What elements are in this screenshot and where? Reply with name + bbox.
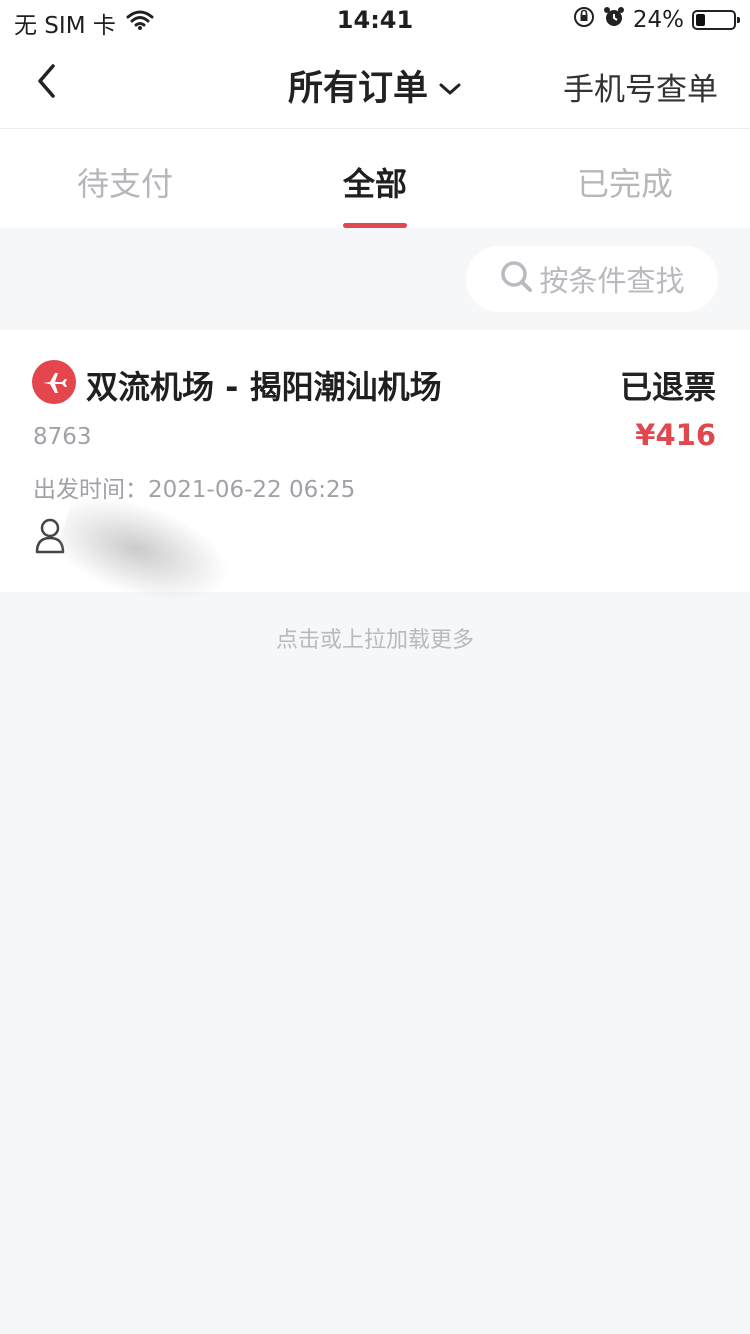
flight-route: 双流机场 - 揭阳潮汕机场 — [86, 368, 442, 406]
tab-pending-payment[interactable]: 待支付 — [0, 129, 250, 228]
filter-label: 按条件查找 — [539, 264, 685, 298]
order-card[interactable]: 双流机场 - 揭阳潮汕机场 已退票 8763 ¥416 出发时间：2021-06… — [0, 330, 750, 621]
order-type-dropdown[interactable]: 所有订单 — [288, 60, 462, 111]
phone-lookup-button[interactable]: 手机号查单 — [563, 64, 718, 109]
alarm-icon — [603, 6, 625, 34]
departure-time: 2021-06-22 06:25 — [148, 477, 356, 503]
order-number: 8763 — [33, 424, 92, 450]
chevron-down-icon — [438, 66, 462, 106]
order-price: ¥416 — [635, 418, 716, 452]
tab-label: 全部 — [342, 165, 407, 203]
tab-completed[interactable]: 已完成 — [500, 129, 750, 228]
tab-label: 待支付 — [76, 165, 173, 203]
search-icon — [499, 259, 533, 300]
tab-all[interactable]: 全部 — [250, 129, 500, 228]
filter-search-button[interactable]: 按条件查找 — [466, 246, 718, 312]
order-status: 已退票 — [619, 368, 716, 406]
tab-label: 已完成 — [576, 165, 673, 203]
page-title: 所有订单 — [287, 69, 428, 109]
plane-icon — [32, 360, 76, 404]
battery-icon — [692, 10, 740, 30]
load-more-link[interactable]: 点击或上拉加载更多 — [0, 622, 750, 654]
order-tabs: 待支付 全部 已完成 — [0, 129, 750, 228]
orientation-lock-icon — [573, 6, 595, 34]
battery-percent: 24% — [632, 7, 684, 33]
nav-bar: 所有订单 手机号查单 — [0, 40, 750, 129]
status-right: 24% — [573, 6, 740, 34]
filter-row: 按条件查找 — [0, 228, 750, 328]
status-bar: 无 SIM 卡 14:41 24% — [0, 0, 750, 40]
battery-fill — [696, 14, 705, 26]
redacted-passenger-name — [50, 483, 240, 621]
